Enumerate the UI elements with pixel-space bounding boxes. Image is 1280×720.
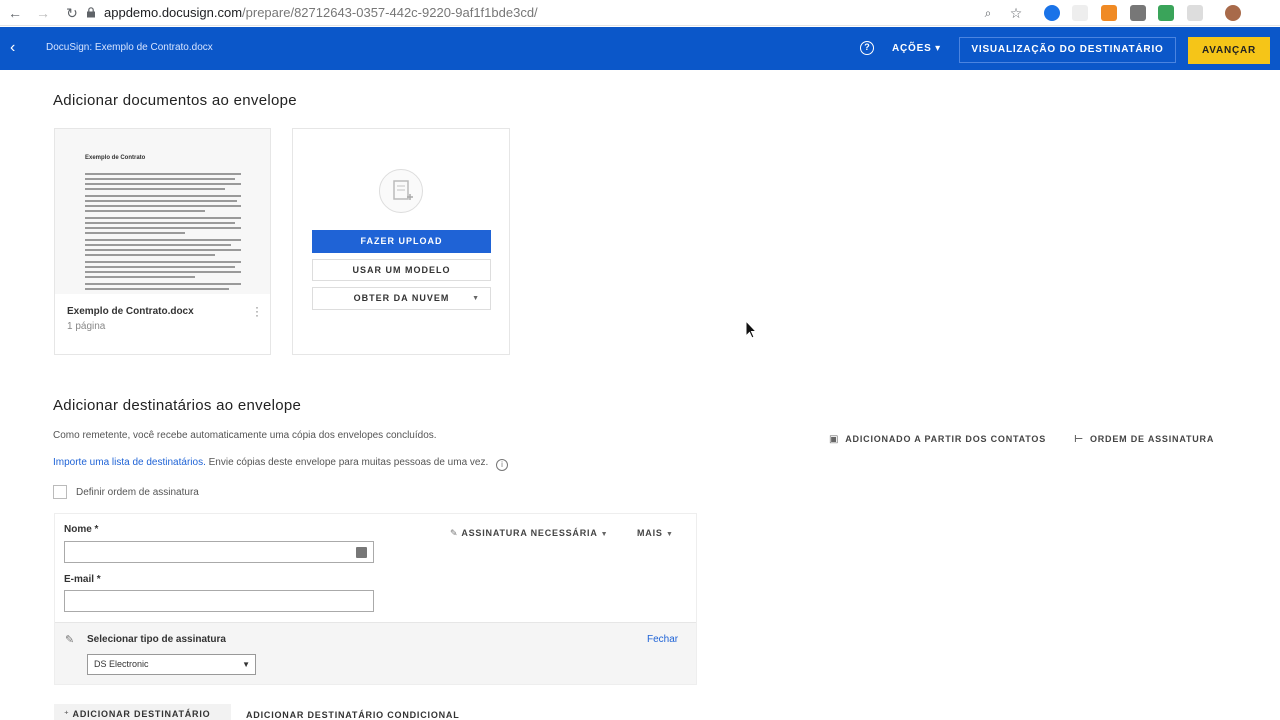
add-conditional-recipient-button[interactable]: ADICIONAR DESTINATÁRIO CONDICIONAL: [246, 710, 460, 720]
browser-forward-icon[interactable]: →: [34, 4, 52, 22]
signing-order-icon: ⊢: [1074, 434, 1084, 445]
import-list-link[interactable]: Importe uma lista de destinatários.: [53, 457, 206, 468]
browser-back-icon[interactable]: ←: [6, 4, 24, 22]
email-input[interactable]: [64, 590, 374, 612]
use-template-button[interactable]: USAR UM MODELO: [312, 259, 491, 281]
mouse-cursor-icon: [745, 320, 758, 339]
name-label: Nome *: [64, 524, 99, 535]
info-icon[interactable]: i: [496, 459, 509, 471]
address-bar[interactable]: appdemo.docusign.com/prepare/82712643-03…: [104, 5, 538, 20]
url-host: appdemo.docusign.com: [104, 5, 243, 20]
recipient-card: Nome * E-mail * ✎ ASSINATURA NECESSÁRIA …: [54, 513, 697, 685]
more-dropdown[interactable]: MAIS ▼: [637, 528, 674, 538]
email-label: E-mail *: [64, 574, 101, 585]
document-card[interactable]: Exemplo de Contrato Exemplo de Contrato.…: [54, 128, 271, 355]
name-input[interactable]: [64, 541, 374, 563]
document-title: DocuSign: Exemplo de Contrato.docx: [46, 42, 213, 53]
sender-note: Como remetente, você recebe automaticame…: [53, 430, 437, 441]
bookmark-star-icon[interactable]: ☆: [1007, 4, 1025, 22]
extension-icon[interactable]: [1158, 5, 1174, 21]
signature-required-label: ASSINATURA NECESSÁRIA: [461, 528, 598, 538]
browser-toolbar: ← → ↻ appdemo.docusign.com/prepare/82712…: [0, 0, 1280, 26]
document-options-icon[interactable]: · · ·: [255, 301, 259, 321]
import-note-row: Importe uma lista de destinatários. Envi…: [53, 457, 509, 471]
add-document-icon: [379, 169, 423, 213]
documents-section-title: Adicionar documentos ao envelope: [53, 92, 297, 109]
extension-icon[interactable]: [1044, 5, 1060, 21]
help-icon[interactable]: ?: [860, 41, 874, 55]
extension-css-icon[interactable]: [1072, 5, 1088, 21]
signature-type-value: DS Electronic: [94, 659, 149, 669]
document-thumbnail: Exemplo de Contrato: [55, 129, 270, 294]
zoom-icon[interactable]: ⌕: [979, 4, 997, 22]
import-note: Envie cópias deste envelope para muitas …: [208, 457, 489, 468]
pen-icon: ✎: [450, 528, 459, 538]
add-from-contacts-label: ADICIONADO A PARTIR DOS CONTATOS: [845, 434, 1047, 444]
lock-icon: [87, 7, 95, 18]
signing-order-label: ORDEM DE ASSINATURA: [1089, 434, 1215, 444]
next-button[interactable]: AVANÇAR: [1188, 37, 1270, 64]
actions-label: AÇÕES: [892, 43, 932, 54]
signature-type-panel: ✎ Selecionar tipo de assinatura Fechar D…: [55, 622, 696, 684]
profile-avatar[interactable]: [1225, 5, 1241, 21]
document-name: Exemplo de Contrato.docx: [67, 306, 194, 317]
add-recipient-button[interactable]: ⁺ ADICIONAR DESTINATÁRIO: [54, 704, 231, 720]
recipients-section-title: Adicionar destinatários ao envelope: [53, 397, 302, 414]
document-page-count: 1 página: [67, 321, 106, 332]
back-chevron-icon[interactable]: ‹: [10, 39, 15, 57]
extension-icon[interactable]: [1187, 5, 1203, 21]
thumbnail-title: Exemplo de Contrato: [85, 155, 146, 161]
close-link[interactable]: Fechar: [647, 634, 678, 645]
more-label: MAIS: [637, 528, 663, 538]
extension-icon[interactable]: [1101, 5, 1117, 21]
pen-icon: ✎: [65, 634, 75, 646]
signing-order-button[interactable]: ⊢ ORDEM DE ASSINATURA: [1074, 434, 1214, 445]
add-person-icon: ⁺: [64, 709, 70, 719]
chevron-down-icon: ▼: [600, 531, 609, 538]
signature-required-dropdown[interactable]: ✎ ASSINATURA NECESSÁRIA ▼: [450, 528, 608, 539]
upload-button[interactable]: FAZER UPLOAD: [312, 230, 491, 253]
add-from-contacts-button[interactable]: ▣ ADICIONADO A PARTIR DOS CONTATOS: [829, 434, 1046, 445]
extension-icon[interactable]: [1130, 5, 1146, 21]
chevron-down-icon: ▼: [242, 660, 250, 669]
app-header: ‹ DocuSign: Exemplo de Contrato.docx ? A…: [0, 27, 1280, 70]
set-signing-order-label: Definir ordem de assinatura: [76, 487, 199, 498]
actions-menu[interactable]: AÇÕES ▾: [892, 43, 941, 54]
contact-card-icon[interactable]: [356, 547, 367, 558]
recipient-preview-button[interactable]: VISUALIZAÇÃO DO DESTINATÁRIO: [959, 37, 1176, 63]
get-from-cloud-label: OBTER DA NUVEM: [353, 293, 450, 303]
get-from-cloud-button[interactable]: OBTER DA NUVEM ▼: [312, 287, 491, 310]
set-signing-order-checkbox[interactable]: [53, 485, 67, 499]
contacts-icon: ▣: [829, 434, 840, 445]
signature-type-label: Selecionar tipo de assinatura: [87, 634, 226, 645]
chevron-down-icon: ▼: [472, 295, 480, 302]
url-path: /prepare/82712643-0357-442c-9220-9af1f1b…: [242, 5, 538, 20]
signature-type-select[interactable]: DS Electronic ▼: [87, 654, 256, 675]
add-document-card: FAZER UPLOAD USAR UM MODELO OBTER DA NUV…: [292, 128, 510, 355]
chevron-down-icon: ▼: [666, 531, 674, 538]
browser-reload-icon[interactable]: ↻: [63, 4, 81, 22]
add-recipient-label: ADICIONAR DESTINATÁRIO: [72, 709, 211, 719]
